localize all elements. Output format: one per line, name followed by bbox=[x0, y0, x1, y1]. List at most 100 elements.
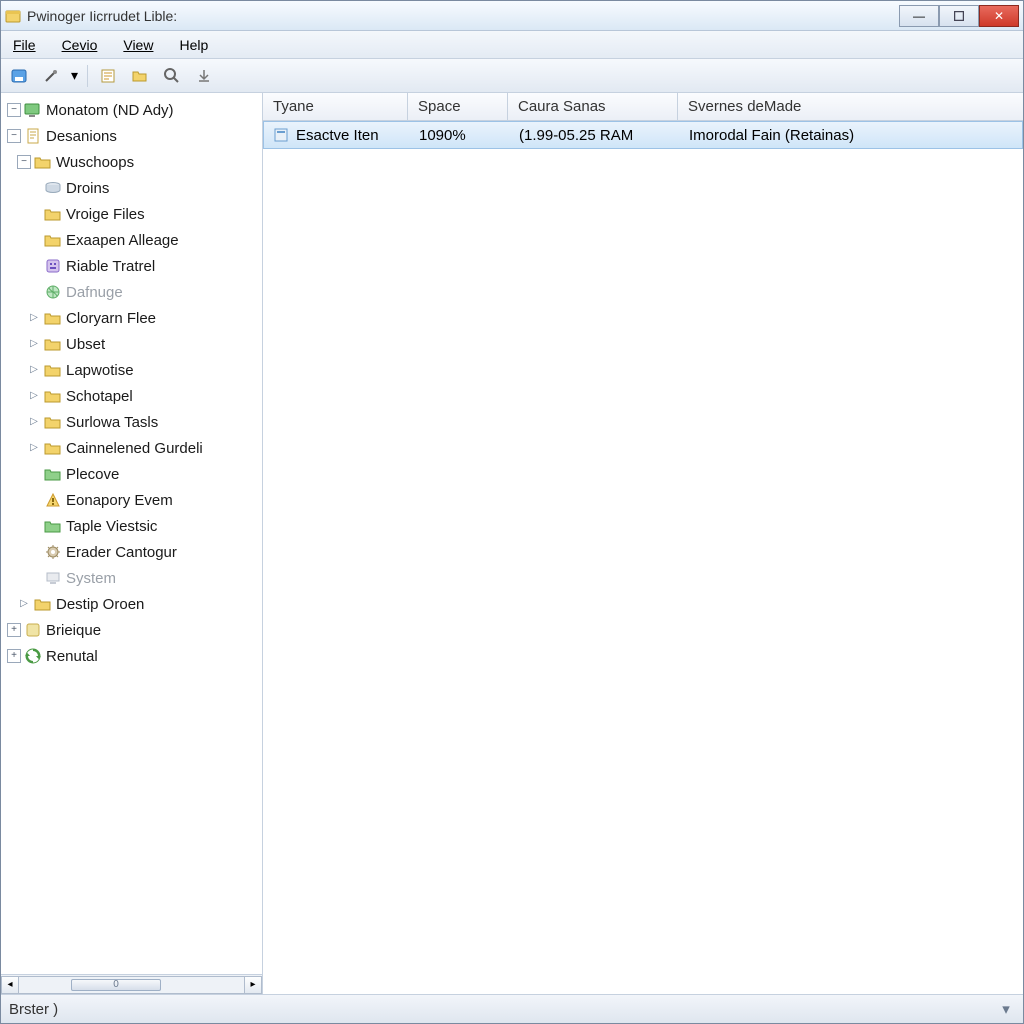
window-controls: — ✕ bbox=[899, 5, 1019, 27]
expander-icon[interactable]: − bbox=[17, 155, 31, 169]
drive-icon bbox=[44, 180, 62, 196]
toolbar-button-5[interactable] bbox=[160, 64, 184, 88]
list-row[interactable]: Esactve Iten 1090% (1.99-05.25 RAM Imoro… bbox=[263, 121, 1023, 149]
folder-green-icon bbox=[44, 466, 62, 482]
menu-cevio[interactable]: Cevio bbox=[56, 35, 104, 55]
expander-icon[interactable]: + bbox=[7, 623, 21, 637]
chevron-icon[interactable]: ▷ bbox=[27, 415, 41, 429]
toolbar-button-4[interactable] bbox=[128, 64, 152, 88]
globe-icon bbox=[44, 284, 62, 300]
tree-node-cloryarn[interactable]: ▷Cloryarn Flee bbox=[27, 305, 262, 331]
tag-icon bbox=[24, 622, 42, 638]
scroll-track[interactable]: 0 bbox=[19, 976, 244, 994]
chevron-icon[interactable]: ▷ bbox=[27, 441, 41, 455]
tree: − Monatom (ND Ady) − Desanions bbox=[1, 93, 262, 974]
folder-green-icon bbox=[44, 518, 62, 534]
app-icon bbox=[5, 8, 21, 24]
document-icon bbox=[24, 128, 42, 144]
folder-icon bbox=[44, 414, 62, 430]
toolbar-button-3[interactable] bbox=[96, 64, 120, 88]
chevron-icon[interactable]: ▷ bbox=[27, 363, 41, 377]
minimize-button[interactable]: — bbox=[899, 5, 939, 27]
recycle-icon bbox=[24, 648, 42, 664]
chevron-icon[interactable]: ▷ bbox=[27, 389, 41, 403]
tree-node-surlowa[interactable]: ▷Surlowa Tasls bbox=[27, 409, 262, 435]
system-icon bbox=[44, 570, 62, 586]
scroll-thumb[interactable]: 0 bbox=[71, 979, 161, 991]
tree-node-destip[interactable]: ▷Destip Oroen bbox=[17, 591, 262, 617]
tree-node-desanions[interactable]: − Desanions bbox=[7, 123, 262, 149]
tree-node-plecove[interactable]: Plecove bbox=[27, 461, 262, 487]
expander-icon[interactable]: − bbox=[7, 103, 21, 117]
menu-view[interactable]: View bbox=[117, 35, 159, 55]
folder-icon bbox=[44, 440, 62, 456]
maximize-icon bbox=[954, 11, 964, 21]
tree-panel: − Monatom (ND Ady) − Desanions bbox=[1, 93, 263, 994]
statusbar: Brster ) ▾ bbox=[1, 995, 1023, 1023]
tree-node-riable[interactable]: Riable Tratrel bbox=[27, 253, 262, 279]
menu-help[interactable]: Help bbox=[173, 35, 214, 55]
folder-icon bbox=[44, 362, 62, 378]
close-icon: ✕ bbox=[994, 9, 1004, 23]
folder-icon bbox=[44, 388, 62, 404]
window-title: Pwinoger Iicrrudet Lible: bbox=[27, 8, 899, 24]
folder-icon bbox=[44, 310, 62, 326]
toolbar-button-6[interactable] bbox=[192, 64, 216, 88]
toolbar-button-1[interactable] bbox=[7, 64, 31, 88]
scroll-left-button[interactable]: ◂ bbox=[1, 976, 19, 994]
app-window: Pwinoger Iicrrudet Lible: — ✕ File Cevio… bbox=[0, 0, 1024, 1024]
tree-node-droins[interactable]: Droins bbox=[27, 175, 262, 201]
tree-node-wuschoops[interactable]: − Wuschoops bbox=[17, 149, 262, 175]
column-header-svernes[interactable]: Svernes deMade bbox=[678, 93, 1023, 120]
cell-caura: (1.99-05.25 RAM bbox=[519, 127, 633, 144]
chevron-icon[interactable]: ▷ bbox=[17, 597, 31, 611]
computer-icon bbox=[24, 102, 42, 118]
tree-node-exaapen[interactable]: Exaapen Alleage bbox=[27, 227, 262, 253]
folder-icon bbox=[44, 206, 62, 222]
list-rows: Esactve Iten 1090% (1.99-05.25 RAM Imoro… bbox=[263, 121, 1023, 994]
expander-icon[interactable]: − bbox=[7, 129, 21, 143]
download-icon bbox=[196, 68, 212, 84]
list-panel: Tyane Space Caura Sanas Svernes deMade E… bbox=[263, 93, 1023, 994]
folder-open-icon bbox=[131, 68, 149, 84]
toolbar: ▾ bbox=[1, 59, 1023, 93]
tree-node-cainnel[interactable]: ▷Cainnelened Gurdeli bbox=[27, 435, 262, 461]
expander-icon[interactable]: + bbox=[7, 649, 21, 663]
column-header-tyane[interactable]: Tyane bbox=[263, 93, 408, 120]
search-icon bbox=[163, 67, 181, 85]
tree-node-system[interactable]: System bbox=[27, 565, 262, 591]
chevron-icon[interactable]: ▷ bbox=[27, 337, 41, 351]
wand-icon bbox=[43, 68, 59, 84]
tree-node-vroige[interactable]: Vroige Files bbox=[27, 201, 262, 227]
tree-node-ubset[interactable]: ▷Ubset bbox=[27, 331, 262, 357]
menu-file[interactable]: File bbox=[7, 35, 42, 55]
tree-node-eonapory[interactable]: Eonapory Evem bbox=[27, 487, 262, 513]
tree-node-schotapel[interactable]: ▷Schotapel bbox=[27, 383, 262, 409]
folder-icon bbox=[44, 232, 62, 248]
toolbar-button-2[interactable] bbox=[39, 64, 63, 88]
tree-node-erader[interactable]: Erader Cantogur bbox=[27, 539, 262, 565]
toolbar-separator bbox=[87, 65, 88, 87]
chevron-icon[interactable]: ▷ bbox=[27, 311, 41, 325]
cell-space: 1090% bbox=[419, 127, 466, 144]
status-dropdown[interactable]: ▾ bbox=[997, 1000, 1015, 1018]
column-header-space[interactable]: Space bbox=[408, 93, 508, 120]
folder-icon bbox=[34, 596, 52, 612]
tree-node-brieique[interactable]: + Brieique bbox=[7, 617, 262, 643]
main-split: − Monatom (ND Ady) − Desanions bbox=[1, 93, 1023, 995]
tree-node-monatom[interactable]: − Monatom (ND Ady) bbox=[7, 97, 262, 123]
scroll-right-button[interactable]: ▸ bbox=[244, 976, 262, 994]
maximize-button[interactable] bbox=[939, 5, 979, 27]
cell-name: Esactve Iten bbox=[296, 127, 379, 144]
list-header: Tyane Space Caura Sanas Svernes deMade bbox=[263, 93, 1023, 121]
close-button[interactable]: ✕ bbox=[979, 5, 1019, 27]
tree-node-dafnuge[interactable]: Dafnuge bbox=[27, 279, 262, 305]
tree-node-renutal[interactable]: + Renutal bbox=[7, 643, 262, 669]
tree-node-lapwotise[interactable]: ▷Lapwotise bbox=[27, 357, 262, 383]
warning-icon bbox=[44, 492, 62, 508]
dropdown-arrow-icon[interactable]: ▾ bbox=[71, 67, 79, 84]
tree-horizontal-scrollbar[interactable]: ◂ 0 ▸ bbox=[1, 974, 262, 994]
tree-node-taple[interactable]: Taple Viestsic bbox=[27, 513, 262, 539]
column-header-caura[interactable]: Caura Sanas bbox=[508, 93, 678, 120]
menubar: File Cevio View Help bbox=[1, 31, 1023, 59]
